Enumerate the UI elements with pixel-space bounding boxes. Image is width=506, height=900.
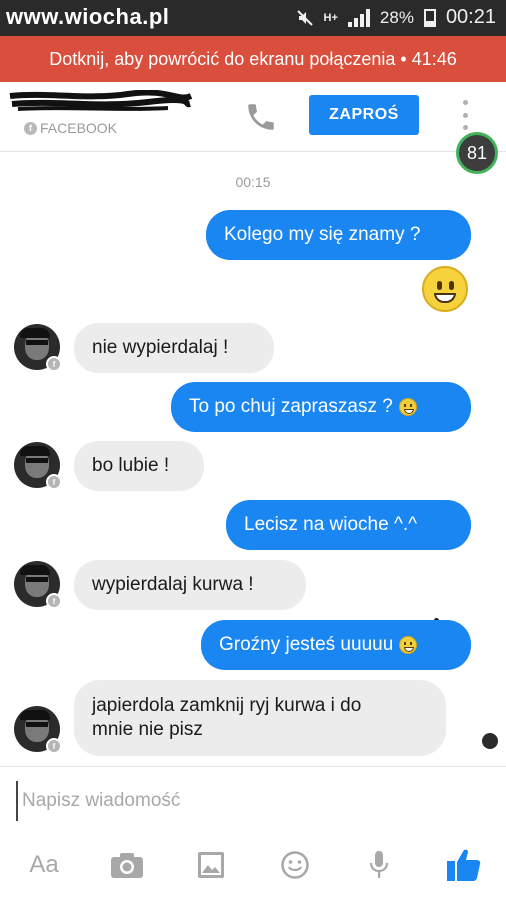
clock: 00:21 — [445, 6, 496, 28]
facebook-badge-icon: f — [46, 738, 62, 754]
watermark: www.wiocha.pl — [6, 4, 170, 29]
microphone-button[interactable] — [355, 837, 403, 893]
phone-icon[interactable] — [244, 100, 278, 134]
camera-icon — [111, 853, 143, 878]
text-format-button[interactable]: Aa — [20, 837, 68, 893]
emoji-icon — [281, 851, 309, 879]
battery-percent: 28% — [379, 7, 414, 27]
grinning-face-emoji[interactable] — [422, 266, 468, 312]
outgoing-message[interactable]: Lecisz na wioche ^.^ — [226, 500, 471, 550]
battery-icon — [423, 8, 436, 27]
message-text-line-2: mnie nie pisz — [92, 719, 203, 740]
outgoing-message[interactable]: To po chuj zapraszasz ? — [171, 382, 471, 432]
message-text-line-1: japierdola zamknij ryj kurwa i do — [92, 695, 362, 716]
conversation-header: f FACEBOOK ZAPROŚ — [0, 82, 506, 152]
status-icons: H+ 28% 00:21 — [296, 6, 496, 29]
invite-button[interactable]: ZAPROŚ — [309, 95, 419, 135]
mute-icon — [296, 9, 313, 26]
message-text: bo lubie ! — [92, 455, 170, 476]
call-banner-text: Dotknij, aby powrócić do ekranu połączen… — [49, 48, 457, 69]
emoji-button[interactable] — [271, 837, 319, 893]
return-to-call-banner[interactable]: Dotknij, aby powrócić do ekranu połączen… — [0, 36, 506, 82]
chat-head-badge[interactable]: 81 — [456, 132, 498, 174]
grinning-face-icon — [399, 636, 418, 654]
facebook-badge-icon: f — [46, 593, 62, 609]
source-label-text: FACEBOOK — [40, 120, 118, 136]
text-format-label: Aa — [29, 851, 59, 878]
gallery-icon — [198, 852, 224, 878]
message-text: To po chuj zapraszasz ? — [189, 396, 393, 417]
message-text: Lecisz na wioche ^.^ — [244, 514, 418, 535]
conversation-timestamp: 00:15 — [235, 174, 271, 190]
status-bar: www.wiocha.pl H+ 28% 00:21 — [0, 0, 506, 36]
seen-avatar — [482, 733, 498, 749]
incoming-message[interactable]: japierdola zamknij ryj kurwa i do mnie n… — [74, 680, 446, 756]
gallery-button[interactable] — [187, 837, 235, 893]
signal-icon — [347, 8, 370, 27]
facebook-icon: f — [24, 121, 37, 135]
network-type: H+ — [323, 11, 338, 24]
incoming-message[interactable]: nie wypierdalaj ! — [74, 323, 274, 373]
facebook-badge-icon: f — [46, 474, 62, 490]
outgoing-message[interactable]: Groźny jesteś uuuuu — [201, 620, 471, 670]
message-input[interactable] — [16, 781, 486, 821]
message-text: nie wypierdalaj ! — [92, 337, 229, 358]
composer-toolbar: Aa — [0, 837, 506, 893]
messenger-screen: www.wiocha.pl H+ 28% 00:21 Dotknij, aby … — [0, 0, 506, 900]
facebook-badge-icon: f — [46, 356, 62, 372]
grinning-face-icon — [398, 398, 417, 416]
incoming-message[interactable]: bo lubie ! — [74, 441, 204, 491]
source-label: f FACEBOOK — [24, 120, 117, 136]
like-button[interactable] — [440, 837, 488, 893]
redacted-name-scribble — [9, 90, 193, 111]
camera-button[interactable] — [103, 837, 151, 893]
message-text: wypierdalaj kurwa ! — [92, 574, 254, 595]
message-text: Kolego my się znamy ? — [224, 224, 421, 245]
microphone-icon — [369, 851, 389, 878]
thumbs-up-icon — [447, 849, 481, 881]
outgoing-message[interactable]: Kolego my się znamy ? — [206, 210, 471, 260]
incoming-message[interactable]: wypierdalaj kurwa ! — [74, 560, 306, 610]
message-composer: Aa — [0, 766, 506, 900]
message-text: Groźny jesteś uuuuu — [219, 634, 394, 655]
kebab-menu-icon[interactable] — [461, 100, 469, 130]
